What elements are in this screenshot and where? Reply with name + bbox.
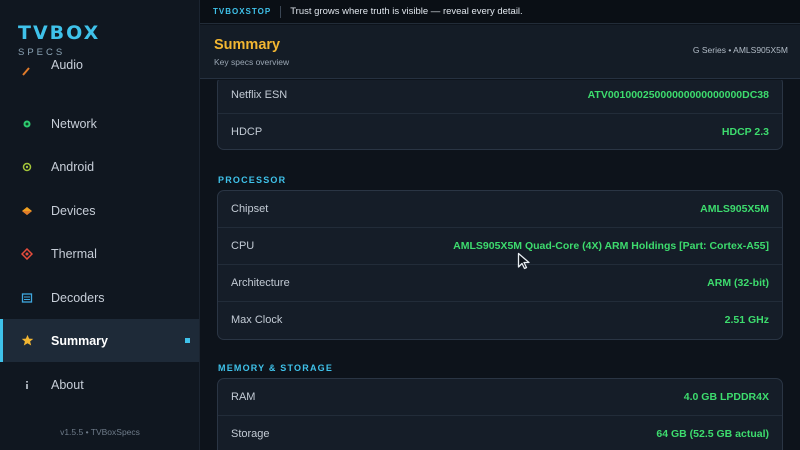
row-label: HDCP bbox=[231, 126, 263, 138]
sidebar: TVBOX SPECS Audio Network Android Device… bbox=[0, 0, 200, 450]
sidebar-item-android[interactable]: Android bbox=[0, 145, 199, 188]
row-label: Max Clock bbox=[231, 314, 283, 326]
decoders-icon bbox=[20, 291, 34, 305]
mouse-cursor-icon bbox=[517, 252, 531, 275]
table-row: CPU AMLS905X5M Quad-Core (4X) ARM Holdin… bbox=[218, 228, 782, 265]
row-label: Chipset bbox=[231, 203, 269, 215]
brand-subtitle: SPECS bbox=[18, 47, 66, 58]
sidebar-item-audio[interactable]: Audio bbox=[0, 58, 199, 88]
android-icon bbox=[20, 160, 34, 174]
table-row: Netflix ESN ATV00100025000000000000000DC… bbox=[218, 80, 782, 114]
devices-icon bbox=[20, 204, 34, 218]
row-value: AMLS905X5M Quad-Core (4X) ARM Holdings [… bbox=[453, 240, 769, 252]
main-content[interactable]: Netflix ESN ATV00100025000000000000000DC… bbox=[200, 80, 800, 450]
section-title-processor: PROCESSOR bbox=[218, 175, 287, 185]
table-row: HDCP HDCP 2.3 bbox=[218, 114, 782, 151]
row-label: Netflix ESN bbox=[231, 89, 288, 101]
banner-text: Trust grows where truth is visible — rev… bbox=[290, 6, 523, 17]
breadcrumb: G Series • AMLS905X5M bbox=[692, 45, 788, 55]
active-indicator bbox=[0, 319, 3, 362]
sidebar-item-label: Devices bbox=[51, 203, 96, 218]
row-value: AMLS905X5M bbox=[700, 203, 769, 215]
table-row: Max Clock 2.51 GHz bbox=[218, 302, 782, 339]
sidebar-item-decoders[interactable]: Decoders bbox=[0, 276, 199, 319]
thermal-icon bbox=[20, 247, 34, 261]
sidebar-item-label: Summary bbox=[51, 333, 108, 348]
drm-card: Netflix ESN ATV00100025000000000000000DC… bbox=[217, 80, 783, 150]
sidebar-item-devices[interactable]: Devices bbox=[0, 189, 199, 232]
info-icon bbox=[20, 378, 34, 392]
row-value: 64 GB (52.5 GB actual) bbox=[656, 428, 769, 440]
sidebar-item-label: About bbox=[51, 377, 84, 392]
sidebar-item-label: Android bbox=[51, 159, 95, 174]
row-label: RAM bbox=[231, 391, 256, 403]
row-value: ATV00100025000000000000000DC38 bbox=[587, 89, 769, 101]
brand-title: TVBOX bbox=[18, 22, 101, 44]
brand-logo: TVBOX SPECS bbox=[18, 22, 100, 58]
sidebar-item-thermal[interactable]: Thermal bbox=[0, 232, 199, 275]
sidebar-item-summary[interactable]: Summary bbox=[0, 319, 199, 362]
app-version: v1.5.5 • TVBoxSpecs bbox=[60, 427, 140, 437]
page-header: Summary Key specs overview G Series • AM… bbox=[200, 25, 800, 79]
banner-tag: TVBOXSTOP bbox=[213, 7, 272, 16]
table-row: RAM 4.0 GB LPDDR4X bbox=[218, 379, 782, 416]
sidebar-item-about[interactable]: About bbox=[0, 363, 199, 406]
row-label: CPU bbox=[231, 240, 255, 252]
sidebar-item-label: Audio bbox=[51, 58, 83, 72]
processor-card: Chipset AMLS905X5M CPU AMLS905X5M Quad-C… bbox=[217, 190, 783, 340]
banner-divider bbox=[280, 5, 282, 18]
speaker-icon bbox=[20, 64, 34, 78]
row-value: HDCP 2.3 bbox=[721, 126, 769, 138]
table-row: Storage 64 GB (52.5 GB actual) bbox=[218, 416, 782, 450]
row-label: Storage bbox=[231, 428, 270, 440]
page-subtitle: Key specs overview bbox=[214, 57, 290, 67]
page-title: Summary bbox=[214, 37, 281, 53]
active-dot bbox=[185, 338, 190, 343]
section-title-memory: MEMORY & STORAGE bbox=[218, 363, 334, 373]
sidebar-item-label: Decoders bbox=[51, 290, 105, 305]
row-label: Architecture bbox=[231, 277, 290, 289]
table-row: Chipset AMLS905X5M bbox=[218, 191, 782, 228]
sidebar-item-label: Network bbox=[51, 116, 97, 131]
table-row: Architecture ARM (32-bit) bbox=[218, 265, 782, 302]
row-value: 4.0 GB LPDDR4X bbox=[683, 391, 769, 403]
memory-card: RAM 4.0 GB LPDDR4X Storage 64 GB (52.5 G… bbox=[217, 378, 783, 450]
sidebar-item-label: Thermal bbox=[51, 246, 97, 261]
row-value: 2.51 GHz bbox=[724, 314, 769, 326]
network-dot-icon bbox=[20, 117, 34, 131]
row-value: ARM (32-bit) bbox=[707, 277, 769, 289]
sidebar-item-network[interactable]: Network bbox=[0, 102, 199, 145]
star-icon bbox=[20, 334, 34, 348]
top-banner: TVBOXSTOP Trust grows where truth is vis… bbox=[200, 0, 800, 24]
